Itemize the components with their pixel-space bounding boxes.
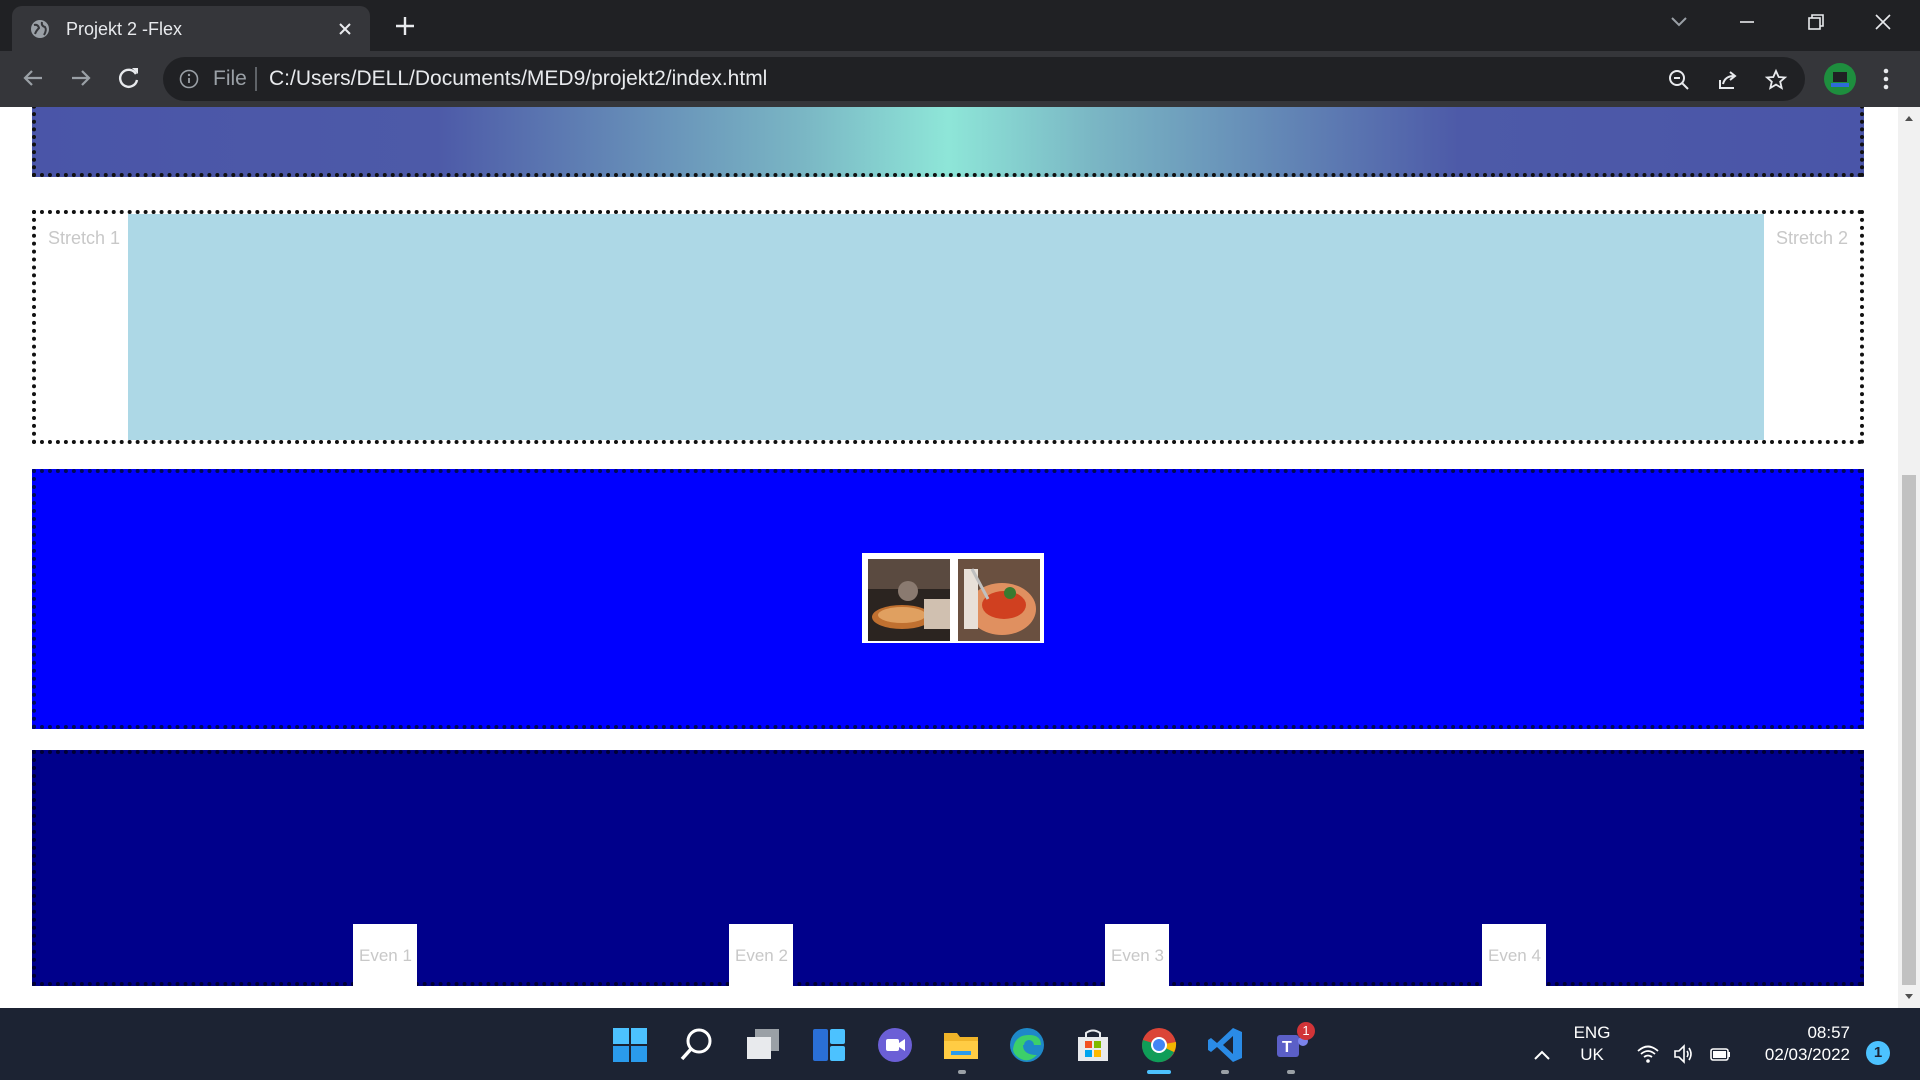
scroll-up-icon[interactable] xyxy=(1902,111,1916,125)
scroll-down-icon[interactable] xyxy=(1902,990,1916,1004)
stretch-fill-area xyxy=(128,214,1764,440)
windows-taskbar: T 1 ENG UK 08:57 02/03/2022 1 xyxy=(0,1008,1920,1080)
share-icon[interactable] xyxy=(1716,68,1740,92)
browser-tab-bar: Projekt 2 -Flex xyxy=(0,0,1920,51)
bookmark-star-icon[interactable] xyxy=(1764,68,1788,92)
chat-icon[interactable] xyxy=(875,1025,915,1065)
scrollbar-thumb[interactable] xyxy=(1902,475,1916,985)
edge-icon[interactable] xyxy=(1007,1025,1047,1065)
chrome-active-indicator xyxy=(1147,1070,1171,1074)
task-view-icon[interactable] xyxy=(743,1025,783,1065)
even-item: Even 2 xyxy=(729,924,793,986)
profile-avatar[interactable] xyxy=(1824,63,1856,95)
tab-search-icon[interactable] xyxy=(1664,10,1694,34)
stretch-item-2: Stretch 2 xyxy=(1776,228,1849,248)
file-explorer-icon[interactable] xyxy=(941,1025,981,1065)
notification-count[interactable]: 1 xyxy=(1866,1041,1890,1065)
browser-tab[interactable]: Projekt 2 -Flex xyxy=(12,6,370,51)
new-tab-icon[interactable] xyxy=(392,13,418,39)
centered-images-container xyxy=(32,469,1864,729)
even-item-label: Even 4 xyxy=(1488,946,1541,965)
address-bar[interactable]: File C:/Users/DELL/Documents/MED9/projek… xyxy=(163,57,1805,101)
url-text[interactable]: C:/Users/DELL/Documents/MED9/projekt2/in… xyxy=(269,67,767,91)
vscode-running-indicator xyxy=(1221,1070,1229,1074)
back-icon[interactable] xyxy=(18,63,48,93)
stretch-container: Stretch 1 Stretch 2 xyxy=(32,210,1864,444)
omnibox-separator xyxy=(255,67,257,91)
svg-text:T: T xyxy=(1282,1039,1292,1056)
volume-icon[interactable] xyxy=(1672,1042,1696,1066)
even-item-label: Even 3 xyxy=(1111,946,1164,965)
info-icon[interactable] xyxy=(179,69,199,89)
pizza-chef-photo xyxy=(868,559,950,641)
vertical-scrollbar[interactable] xyxy=(1898,107,1920,1008)
language-indicator[interactable]: ENG UK xyxy=(1572,1023,1612,1065)
reload-icon[interactable] xyxy=(114,63,144,93)
profile-icon xyxy=(1825,64,1855,94)
gradient-header-box xyxy=(32,107,1864,177)
clock-time: 08:57 xyxy=(1807,1023,1850,1042)
page-viewport: Stretch 1 Stretch 2 Even 1 Even 2 Even 3… xyxy=(0,107,1898,1008)
widgets-icon[interactable] xyxy=(809,1025,849,1065)
even-item-label: Even 1 xyxy=(359,946,412,965)
stretch-item-1: Stretch 1 xyxy=(48,228,121,248)
globe-icon xyxy=(31,20,49,38)
chevron-up-icon[interactable] xyxy=(1530,1044,1554,1068)
close-icon[interactable] xyxy=(334,18,356,40)
even-item: Even 1 xyxy=(353,924,417,986)
restore-icon[interactable] xyxy=(1800,10,1830,34)
more-menu-icon[interactable] xyxy=(1874,64,1898,94)
vscode-icon[interactable] xyxy=(1205,1025,1245,1065)
start-icon[interactable] xyxy=(610,1025,650,1065)
even-item-label: Even 2 xyxy=(735,946,788,965)
wifi-icon[interactable] xyxy=(1636,1042,1660,1066)
clock[interactable]: 08:57 02/03/2022 xyxy=(1750,1023,1850,1065)
close-window-icon[interactable] xyxy=(1868,10,1898,34)
search-icon[interactable] xyxy=(677,1025,717,1065)
forward-icon[interactable] xyxy=(66,63,96,93)
even-item: Even 3 xyxy=(1105,924,1169,986)
keyboard-layout: UK xyxy=(1580,1045,1604,1064)
chrome-icon[interactable] xyxy=(1139,1025,1179,1065)
even-spacing-container: Even 1 Even 2 Even 3 Even 4 xyxy=(32,750,1864,986)
teams-badge: 1 xyxy=(1297,1022,1315,1040)
zoom-icon[interactable] xyxy=(1667,68,1691,92)
explorer-running-indicator xyxy=(958,1070,966,1074)
clock-date: 02/03/2022 xyxy=(1764,1045,1850,1064)
teams-running-indicator xyxy=(1287,1070,1295,1074)
store-icon[interactable] xyxy=(1073,1025,1113,1065)
even-item: Even 4 xyxy=(1482,924,1546,986)
pizza-slice-photo xyxy=(958,559,1040,641)
battery-icon[interactable] xyxy=(1708,1042,1732,1066)
language-code: ENG xyxy=(1573,1023,1611,1042)
image-pair xyxy=(862,553,1044,643)
scheme-label: File xyxy=(213,67,247,90)
tab-title: Projekt 2 -Flex xyxy=(66,19,183,39)
minimize-icon[interactable] xyxy=(1732,10,1762,34)
